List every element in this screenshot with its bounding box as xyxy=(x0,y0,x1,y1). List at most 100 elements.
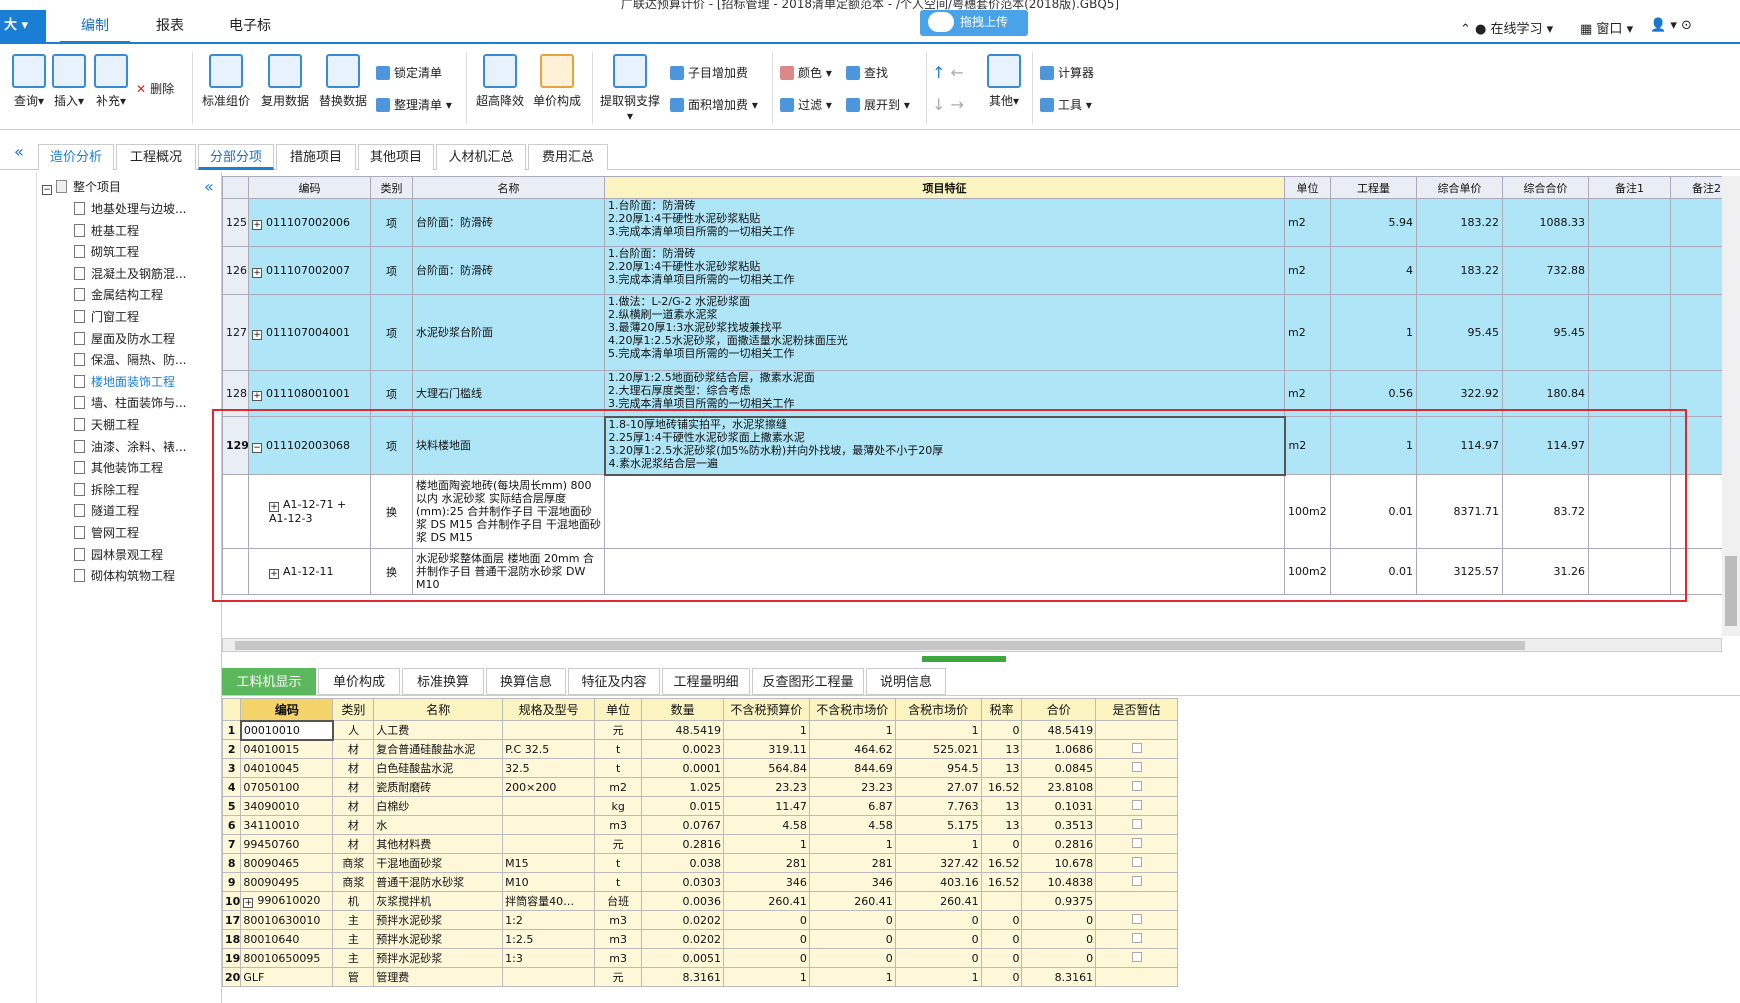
tab-cost-analysis[interactable]: 造价分析 xyxy=(38,144,114,170)
resource-cell-rbudget[interactable]: 319.11 xyxy=(722,739,810,759)
resource-cell-rqty[interactable]: 1.025 xyxy=(641,777,724,797)
item-unit[interactable]: m2 xyxy=(1284,246,1331,295)
resource-cell-rtype[interactable]: 材 xyxy=(332,739,375,759)
resource-cell-runit[interactable]: 元 xyxy=(594,967,643,987)
resource-cell-rname[interactable]: 预拌水泥砂浆 xyxy=(373,929,504,949)
sub-item-add-fee-button[interactable]: 子目增加费 xyxy=(670,64,748,82)
resource-cell-rtax[interactable]: 0 xyxy=(980,910,1023,930)
provisional-checkbox[interactable] xyxy=(1131,913,1142,924)
resource-cell-rtax[interactable]: 13 xyxy=(980,739,1023,759)
resource-cell-rbudget[interactable]: 260.41 xyxy=(722,891,810,911)
menu-tab-edit[interactable]: 编制 xyxy=(60,10,130,44)
tree-item[interactable]: 楼地面装饰工程 xyxy=(74,371,175,393)
resource-cell-rtaxmarket[interactable]: 0 xyxy=(894,910,982,930)
find-button[interactable]: 查找 xyxy=(846,64,888,82)
resource-cell-rtax[interactable]: 0 xyxy=(980,720,1023,740)
resource-cell-rtype[interactable]: 材 xyxy=(332,834,375,854)
insert-button[interactable]: 插入▾ xyxy=(46,54,92,109)
item-remark1[interactable] xyxy=(1588,246,1671,295)
rheader-spec[interactable]: 规格及型号 xyxy=(502,698,596,721)
resource-cell-rbudget[interactable]: 0 xyxy=(722,948,810,968)
item-unit-price[interactable]: 183.22 xyxy=(1416,246,1503,295)
collapse-panel-icon[interactable]: « xyxy=(14,142,24,161)
resource-cell-rtotal[interactable]: 8.3161 xyxy=(1021,967,1097,987)
tree-item[interactable]: 油漆、涂料、裱... xyxy=(74,436,186,458)
resource-cell-rprov[interactable] xyxy=(1095,777,1178,797)
resource-cell-rspec[interactable] xyxy=(502,815,596,835)
resource-row[interactable]: 9 80090495 商浆 普通干混防水砂浆 M10 t 0.0303 346 346 403.1… xyxy=(221,872,1178,892)
resource-cell-rtype[interactable]: 材 xyxy=(332,758,375,778)
tree-item[interactable]: 管网工程 xyxy=(74,522,139,544)
resource-row[interactable]: 19 80010650095 主预拌水泥砂浆 1:3 m3 0.0051 0 0 0 0 0 xyxy=(221,948,1178,968)
resource-cell-rbudget[interactable]: 346 xyxy=(722,872,810,892)
provisional-checkbox[interactable] xyxy=(1131,875,1142,886)
resource-cell-rbudget[interactable]: 281 xyxy=(722,853,810,873)
resource-cell-rbudget[interactable]: 0 xyxy=(722,929,810,949)
online-learning-menu[interactable]: ⌃ ● 在线学习 ▾ xyxy=(1460,18,1553,37)
resource-cell-rtotal[interactable]: 0.0845 xyxy=(1021,758,1097,778)
resource-cell-rname[interactable]: 人工费 xyxy=(373,720,504,740)
btab-quantity-detail[interactable]: 工程量明细 xyxy=(662,668,750,695)
resource-cell-rtaxmarket[interactable]: 1 xyxy=(894,834,982,854)
resource-row[interactable]: 10 +990610020 机灰浆搅拌机 拌筒容量40… 台班 0.0036 260.41 2… xyxy=(221,891,1178,911)
resource-cell-rcode[interactable]: 80010650095 xyxy=(240,948,334,968)
resource-cell-rcode[interactable]: 80090465 xyxy=(240,853,334,873)
resource-cell-rtotal[interactable]: 10.678 xyxy=(1021,853,1097,873)
resource-cell-rtaxmarket[interactable]: 525.021 xyxy=(894,739,982,759)
item-name[interactable]: 台阶面：防滑砖 xyxy=(412,198,605,247)
resource-cell-rqty[interactable]: 0.0303 xyxy=(641,872,724,892)
resource-cell-rname[interactable]: 普通干混防水砂浆 xyxy=(373,872,504,892)
resource-row[interactable]: 3 04010045 材白色硅酸盐水泥 32.5 t 0.0001 564.84 844.69… xyxy=(221,758,1178,778)
btab-resource-display[interactable]: 工料机显示 xyxy=(222,668,316,695)
provisional-checkbox[interactable] xyxy=(1131,818,1142,829)
item-quantity[interactable]: 4 xyxy=(1330,246,1417,295)
resource-cell-rtaxmarket[interactable]: 27.07 xyxy=(894,777,982,797)
reuse-data-button[interactable]: 复用数据 xyxy=(258,54,312,109)
resource-cell-rqty[interactable]: 0.038 xyxy=(641,853,724,873)
resource-cell-rtotal[interactable]: 1.0686 xyxy=(1021,739,1097,759)
resource-cell-rname[interactable]: 灰浆搅拌机 xyxy=(373,891,504,911)
resource-cell-rspec[interactable]: M10 xyxy=(502,872,596,892)
item-unit-price[interactable]: 183.22 xyxy=(1416,198,1503,247)
resource-cell-rspec[interactable] xyxy=(502,796,596,816)
item-unit[interactable]: m2 xyxy=(1284,294,1331,371)
btab-description[interactable]: 说明信息 xyxy=(866,668,946,695)
resource-row[interactable]: 8 80090465 商浆 干混地面砂浆 M15 t 0.038 281 281 327.42 16… xyxy=(221,853,1178,873)
resource-cell-rmarket[interactable]: 1 xyxy=(808,967,896,987)
resource-cell-rqty[interactable]: 48.5419 xyxy=(641,720,724,740)
resource-cell-rtype[interactable]: 材 xyxy=(332,777,375,797)
resource-cell-rname[interactable]: 复合普通硅酸盐水泥 xyxy=(373,739,504,759)
menu-tab-etender[interactable]: 电子标 xyxy=(210,10,290,44)
resource-cell-rtype[interactable]: 管 xyxy=(332,967,375,987)
resource-row[interactable]: 5 34090010 材白棉纱 kg 0.015 11.47 6.87 7.763 13 0.10… xyxy=(221,796,1178,816)
drag-upload-button[interactable]: 拖拽上传 xyxy=(920,10,1028,36)
header-quantity[interactable]: 工程量 xyxy=(1330,176,1417,199)
resource-cell-rcode[interactable]: 34090010 xyxy=(240,796,334,816)
item-total-price[interactable]: 732.88 xyxy=(1502,246,1589,295)
grid-row[interactable]: 126 +011107002007 项台阶面：防滑砖 1.台阶面：防滑砖 2.20厚1… xyxy=(222,246,1740,295)
expand-icon[interactable]: + xyxy=(252,267,262,278)
resource-row[interactable]: 17 80010630010 主预拌水泥砂浆 1:2 m3 0.0202 0 0 0 0 0 xyxy=(221,910,1178,930)
resource-cell-rbudget[interactable]: 4.58 xyxy=(722,815,810,835)
resource-cell-runit[interactable]: t xyxy=(594,853,643,873)
resource-cell-rtaxmarket[interactable]: 1 xyxy=(894,720,982,740)
move-up-icon[interactable]: ↑ ← xyxy=(932,64,964,82)
resource-cell-rname[interactable]: 干混地面砂浆 xyxy=(373,853,504,873)
resource-cell-rtax[interactable]: 13 xyxy=(980,796,1023,816)
item-remark1[interactable] xyxy=(1588,198,1671,247)
resource-cell-rtax[interactable]: 0 xyxy=(980,967,1023,987)
user-icon[interactable]: 👤 ▾ ⊙ xyxy=(1650,18,1692,33)
resource-cell-runit[interactable]: m3 xyxy=(594,815,643,835)
resource-cell-runit[interactable]: kg xyxy=(594,796,643,816)
btab-graphic-quantity[interactable]: 反查图形工程量 xyxy=(752,668,864,695)
rheader-type[interactable]: 类别 xyxy=(332,698,375,721)
resource-cell-rmarket[interactable]: 281 xyxy=(808,853,896,873)
resource-cell-rtax[interactable]: 16.52 xyxy=(980,853,1023,873)
rheader-quantity[interactable]: 数量 xyxy=(641,698,724,721)
resource-cell-runit[interactable]: t xyxy=(594,872,643,892)
grid-row[interactable]: 125 +011107002006 项台阶面：防滑砖 1.台阶面：防滑砖 2.20厚1… xyxy=(222,198,1740,247)
tools-button[interactable]: 工具 ▾ xyxy=(1040,96,1092,114)
resource-row[interactable]: 2 04010015 材复合普通硅酸盐水泥 P.C 32.5 t 0.0023 319.11… xyxy=(221,739,1178,759)
tree-item[interactable]: 其他装饰工程 xyxy=(74,457,163,479)
resource-cell-rprov[interactable] xyxy=(1095,929,1178,949)
